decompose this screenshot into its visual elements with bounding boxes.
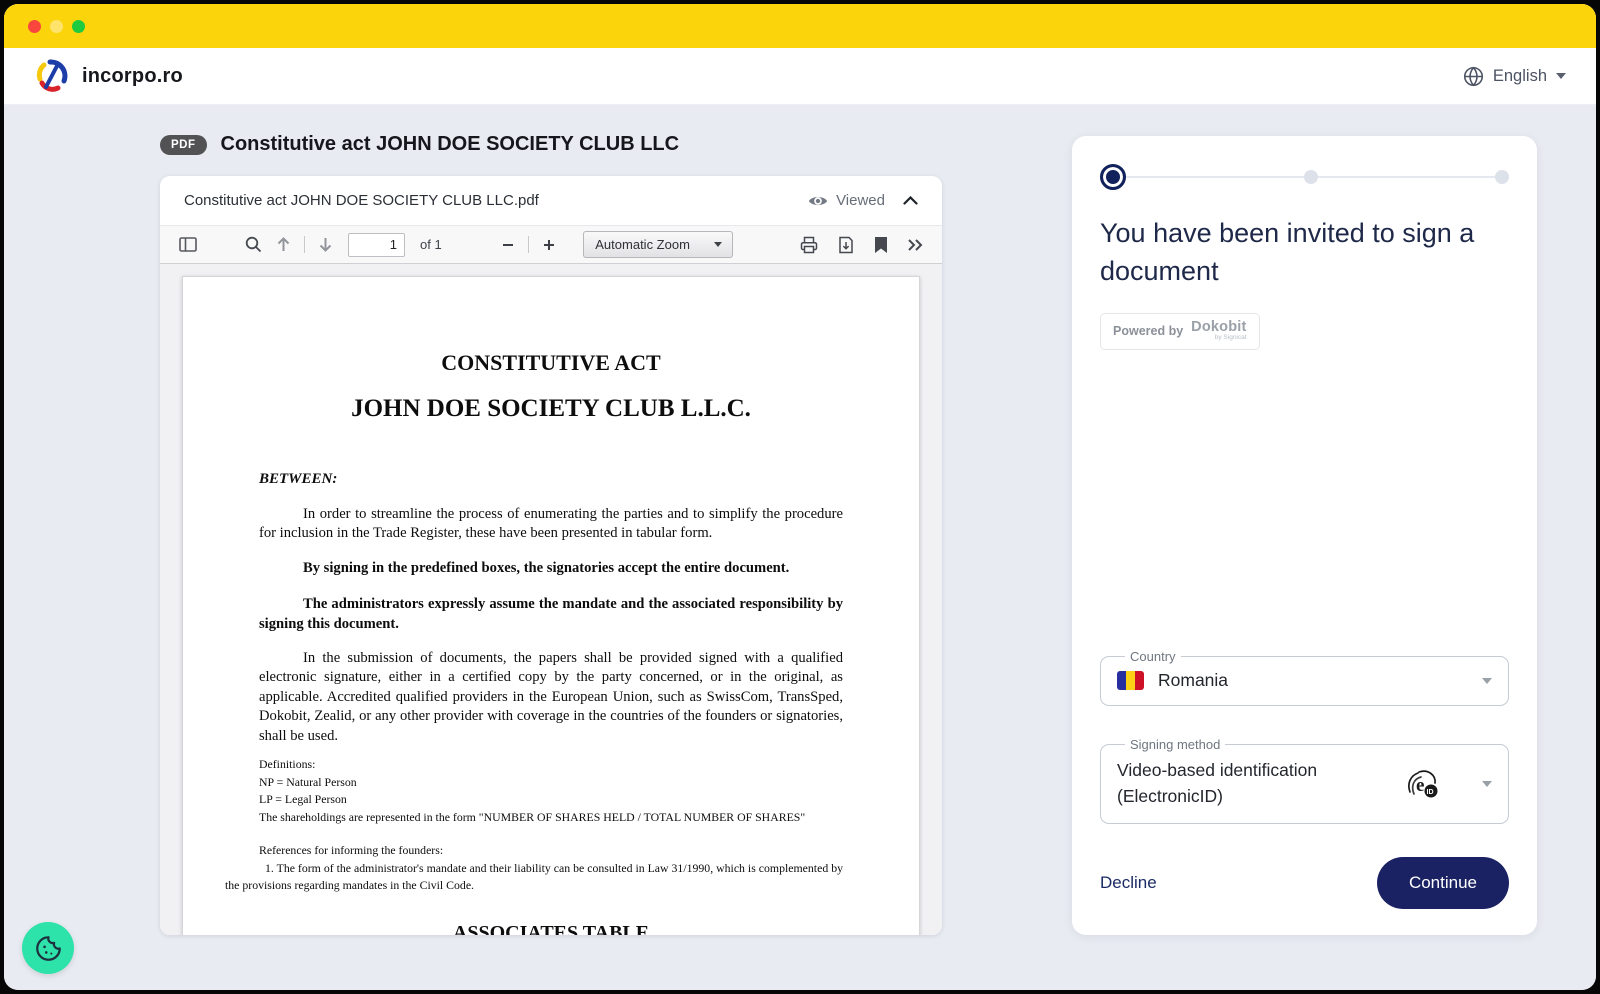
next-page-icon[interactable] [315,233,336,256]
more-tools-icon[interactable] [904,235,926,255]
doc-paragraph-bold: By signing in the predefined boxes, the … [259,559,843,578]
window-titlebar [4,4,1596,48]
app-header: incorpo.ro English [4,48,1596,105]
signing-method-select[interactable]: Signing method Video-based identificatio… [1100,737,1509,824]
minimize-window-button[interactable] [50,20,63,33]
pdf-page: CONSTITUTIVE ACT JOHN DOE SOCIETY CLUB L… [182,276,920,935]
previous-page-icon[interactable] [273,233,294,256]
country-label: Country [1125,649,1181,664]
download-icon[interactable] [834,233,858,257]
chevron-down-icon [1482,781,1492,787]
pdf-filename: Constitutive act JOHN DOE SOCIETY CLUB L… [184,192,539,209]
signing-method-value: Video-based identification (ElectronicID… [1117,758,1377,809]
progress-stepper [1100,164,1509,190]
doc-paragraph: In the submission of documents, the pape… [259,649,843,746]
electronicid-fingerprint-icon: e ID [1406,768,1440,800]
step-dot-active [1100,164,1126,190]
document-title-row: PDF Constitutive act JOHN DOE SOCIETY CL… [160,133,679,156]
traffic-lights [28,20,85,33]
doc-references: References for informing the founders: 1… [225,842,843,895]
main-area: PDF Constitutive act JOHN DOE SOCIETY CL… [4,105,1596,990]
svg-text:e: e [1416,775,1424,796]
dokobit-logo: Dokobit by Signicat [1191,320,1246,342]
page-number-input[interactable] [348,233,405,257]
pdf-toolbar: of 1 Automatic Zoom [160,226,942,264]
svg-text:ID: ID [1426,789,1433,796]
country-select[interactable]: Country Romania [1100,649,1509,706]
page-title: Constitutive act JOHN DOE SOCIETY CLUB L… [221,133,680,156]
continue-button[interactable]: Continue [1377,857,1509,909]
print-icon[interactable] [797,233,821,257]
doc-heading-1: CONSTITUTIVE ACT [259,350,843,376]
language-selector[interactable]: English [1463,66,1566,87]
zoom-level-select[interactable]: Automatic Zoom [583,231,733,258]
cookie-settings-button[interactable] [22,922,74,974]
eye-icon [808,194,828,208]
chevron-down-icon [1556,73,1566,79]
doc-paragraph-bold: The administrators expressly assume the … [259,595,843,634]
panel-actions: Decline Continue [1100,857,1509,909]
doc-between-label: BETWEEN: [259,471,843,488]
cookie-icon [35,935,62,962]
doc-paragraph: In order to streamline the process of en… [259,505,843,544]
pdf-card-header: Constitutive act JOHN DOE SOCIETY CLUB L… [160,176,942,226]
incorpo-logo-icon [34,57,72,95]
maximize-window-button[interactable] [72,20,85,33]
chevron-down-icon [1482,678,1492,684]
step-dot [1304,170,1318,184]
zoom-level-value: Automatic Zoom [595,237,690,252]
sidebar-toggle-icon[interactable] [176,234,200,255]
romania-flag-icon [1117,671,1144,690]
invite-title: You have been invited to sign a document [1100,214,1509,291]
collapse-card-button[interactable] [901,194,920,207]
decline-button[interactable]: Decline [1100,873,1157,893]
step-line [1318,176,1496,178]
pdf-badge: PDF [160,135,207,155]
signing-panel: You have been invited to sign a document… [1072,136,1537,935]
chevron-down-icon [714,242,722,247]
pdf-viewer-card: Constitutive act JOHN DOE SOCIETY CLUB L… [160,176,942,935]
viewed-label: Viewed [836,192,885,209]
doc-heading-2: JOHN DOE SOCIETY CLUB L.L.C. [259,395,843,423]
close-window-button[interactable] [28,20,41,33]
doc-definitions: Definitions: NP = Natural Person LP = Le… [259,756,843,827]
brand-logo[interactable]: incorpo.ro [34,57,183,95]
app-window: incorpo.ro English PDF Constitutive act … [4,4,1596,990]
doc-table-title: ASSOCIATES TABLE [259,922,843,935]
brand-name: incorpo.ro [82,65,183,88]
powered-by-badge: Powered by Dokobit by Signicat [1100,313,1260,350]
zoom-out-icon[interactable] [498,235,518,255]
viewed-status: Viewed [808,192,885,209]
search-icon[interactable] [242,233,265,256]
country-value: Romania [1158,670,1228,691]
zoom-in-icon[interactable] [539,235,559,255]
pdf-viewer-canvas[interactable]: CONSTITUTIVE ACT JOHN DOE SOCIETY CLUB L… [160,264,942,935]
globe-icon [1463,66,1484,87]
bookmark-icon[interactable] [871,233,891,257]
page-count-label: of 1 [420,237,442,252]
step-line [1126,176,1304,178]
step-dot [1495,170,1509,184]
language-label: English [1493,67,1547,86]
signing-method-label: Signing method [1125,737,1225,752]
